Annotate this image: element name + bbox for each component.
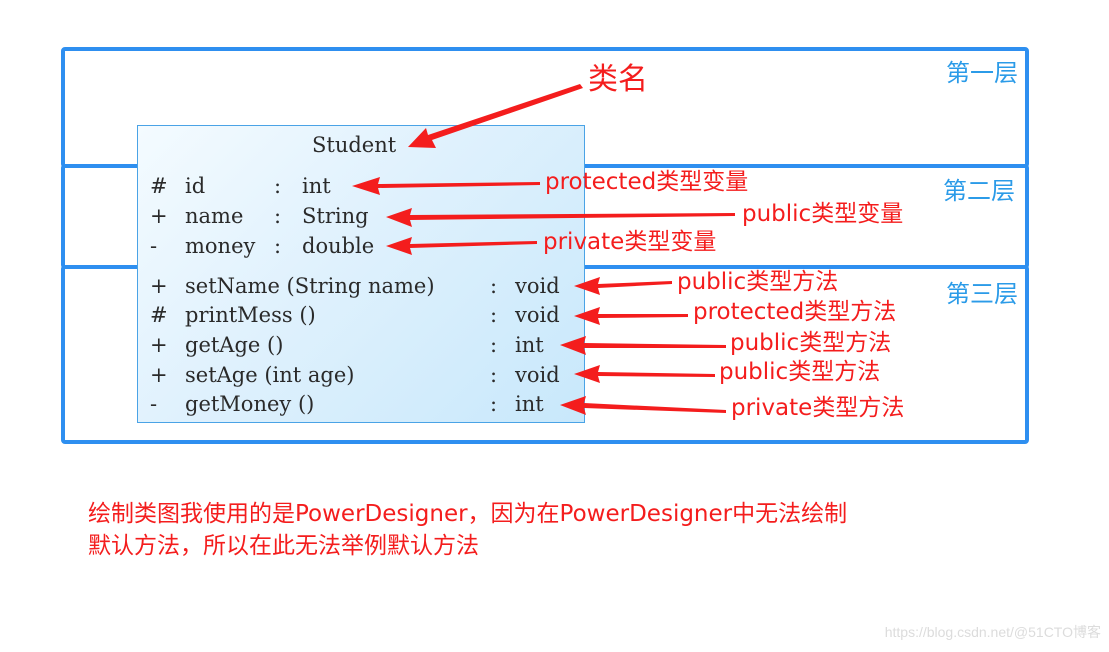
annotation-method-printmess: protected类型方法: [693, 299, 897, 325]
arrow-attr-name: [386, 208, 735, 227]
arrow-class-name: [408, 84, 583, 148]
arrow-method-getmoney: [560, 396, 726, 415]
annotation-method-setage: public类型方法: [719, 359, 881, 385]
annotation-method-setname: public类型方法: [677, 269, 839, 295]
note-line-1: 绘制类图我使用的是PowerDesigner，因为在PowerDesigner中…: [88, 501, 848, 527]
explanatory-note: 绘制类图我使用的是PowerDesigner，因为在PowerDesigner中…: [88, 498, 847, 562]
arrow-method-getage: [560, 336, 726, 355]
watermark: https://blog.csdn.net/@51CTO博客: [884, 624, 1101, 640]
arrow-method-setname: [574, 277, 672, 295]
arrow-attr-money: [386, 237, 537, 255]
annotation-attr-id: protected类型变量: [545, 169, 749, 195]
annotation-attr-money: private类型变量: [543, 229, 717, 255]
arrow-method-printmess: [574, 307, 688, 325]
annotation-method-getmoney: private类型方法: [731, 395, 905, 421]
arrow-attr-id: [352, 177, 540, 195]
annotation-class-name: 类名: [588, 62, 648, 97]
annotation-attr-name: public类型变量: [742, 201, 904, 227]
arrow-method-setage: [574, 365, 715, 383]
annotation-method-getage: public类型方法: [730, 330, 892, 356]
note-line-2: 默认方法，所以在此无法举例默认方法: [88, 533, 479, 559]
